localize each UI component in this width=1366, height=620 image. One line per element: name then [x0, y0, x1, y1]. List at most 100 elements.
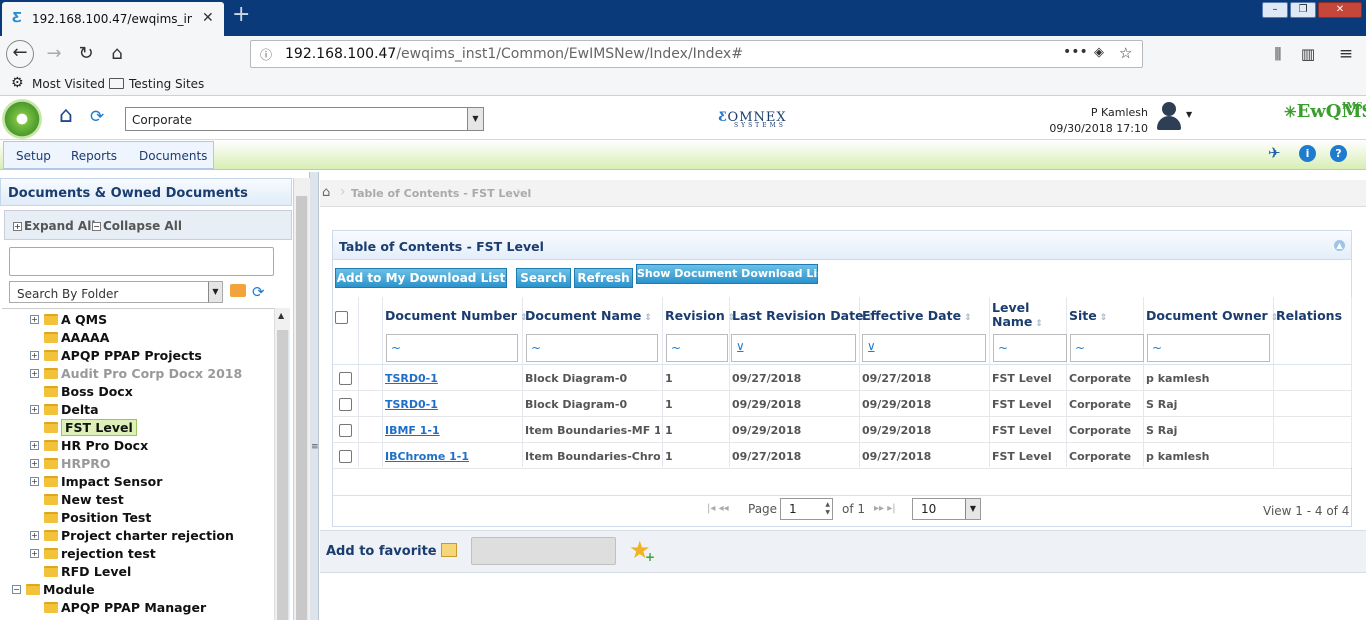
- close-tab-icon[interactable]: ✕: [202, 10, 214, 26]
- filter-level-name[interactable]: ~: [993, 334, 1067, 362]
- app-logo-icon[interactable]: [2, 99, 42, 139]
- page-number-input[interactable]: 1 ▲ ▼: [780, 498, 833, 520]
- avatar[interactable]: [1154, 100, 1184, 132]
- tree-node[interactable]: + Audit Pro Corp Docx 2018: [2, 365, 274, 383]
- tree-node[interactable]: AAAAA: [2, 329, 274, 347]
- home-icon[interactable]: ⌂: [104, 42, 130, 68]
- sidebar-icon[interactable]: ▥: [1295, 42, 1321, 68]
- restore-window-button[interactable]: ❐: [1290, 2, 1316, 18]
- expand-node-icon[interactable]: +: [30, 405, 39, 414]
- tree-node[interactable]: New test: [2, 491, 274, 509]
- column-header-site[interactable]: Site ⇕: [1069, 309, 1143, 325]
- home-icon[interactable]: ⌂: [322, 185, 330, 200]
- expand-node-icon[interactable]: +: [30, 351, 39, 360]
- document-number-link[interactable]: TSRD0-1: [385, 372, 520, 385]
- folder-search-icon[interactable]: [230, 284, 246, 297]
- row-checkbox[interactable]: [339, 398, 352, 411]
- refresh-button[interactable]: Refresh: [574, 268, 633, 288]
- filter-site[interactable]: ~: [1070, 334, 1144, 362]
- tree-node[interactable]: FST Level: [2, 419, 274, 437]
- close-window-button[interactable]: ✕: [1318, 2, 1362, 18]
- tree-node[interactable]: + Impact Sensor: [2, 473, 274, 491]
- sort-icon[interactable]: ⇕: [1035, 319, 1043, 329]
- sort-icon[interactable]: ⇕: [1100, 313, 1108, 323]
- column-header-revision[interactable]: Revision ⇕: [665, 309, 735, 325]
- tree-node[interactable]: + Project charter rejection: [2, 527, 274, 545]
- show-download-list-button[interactable]: Show Document Download List: [636, 264, 829, 284]
- expand-all-button[interactable]: + Expand All: [13, 219, 95, 233]
- expand-node-icon[interactable]: +: [30, 459, 39, 468]
- column-header-level-name[interactable]: Level Name ⇕: [992, 301, 1066, 331]
- column-header-relations[interactable]: Relations: [1276, 309, 1351, 323]
- minimize-window-button[interactable]: –: [1262, 2, 1288, 18]
- chevron-down-icon[interactable]: ▼: [467, 108, 483, 130]
- refresh-icon[interactable]: ⟳: [90, 107, 104, 127]
- forward-icon[interactable]: →: [41, 42, 67, 68]
- tree-node[interactable]: Position Test: [2, 509, 274, 527]
- column-header-document-number[interactable]: Document Number ⇕: [385, 309, 528, 325]
- home-icon[interactable]: ⌂: [59, 105, 73, 127]
- bookmark-most-visited[interactable]: Most Visited: [32, 77, 105, 91]
- row-checkbox[interactable]: [339, 424, 352, 437]
- new-tab-icon[interactable]: +: [232, 4, 250, 26]
- info-icon[interactable]: i: [1299, 145, 1316, 162]
- filter-last-revision-date[interactable]: ⊻: [731, 334, 856, 362]
- left-panel-scrollbar[interactable]: [293, 178, 310, 620]
- column-header-document-name[interactable]: Document Name ⇕: [525, 309, 662, 325]
- document-number-link[interactable]: IBChrome 1-1: [385, 450, 520, 463]
- tree-node[interactable]: Boss Docx: [2, 383, 274, 401]
- chevron-down-icon[interactable]: ▼: [965, 499, 980, 519]
- menu-reports[interactable]: Reports: [71, 149, 117, 163]
- panel-splitter[interactable]: ≡: [310, 172, 319, 620]
- menu-setup[interactable]: Setup: [16, 149, 51, 163]
- column-header-document-owner[interactable]: Document Owner ⇕: [1146, 309, 1278, 325]
- sort-icon[interactable]: ⇕: [964, 313, 972, 323]
- tree-node[interactable]: + rejection test: [2, 545, 274, 563]
- sort-icon[interactable]: ⇕: [644, 313, 652, 323]
- filter-effective-date[interactable]: ⊻: [862, 334, 986, 362]
- search-by-folder-select[interactable]: Search By Folder ▼: [9, 281, 223, 303]
- library-icon[interactable]: ⫼: [1265, 42, 1291, 68]
- select-all-checkbox[interactable]: [335, 311, 348, 324]
- chevron-down-icon[interactable]: ▼: [208, 282, 222, 302]
- first-page-icon[interactable]: |◂ ◂◂: [707, 503, 729, 514]
- refresh-tree-icon[interactable]: ⟳: [252, 283, 265, 301]
- document-number-link[interactable]: TSRD0-1: [385, 398, 520, 411]
- pin-icon[interactable]: ✈: [1268, 144, 1281, 162]
- collapse-all-button[interactable]: − Collapse All: [92, 219, 182, 233]
- filter-document-owner[interactable]: ~: [1147, 334, 1270, 362]
- page-actions-icon[interactable]: •••: [1063, 44, 1088, 60]
- tree-node[interactable]: + A QMS: [2, 311, 274, 329]
- tree-node[interactable]: RFD Level: [2, 563, 274, 581]
- reload-icon[interactable]: ↻: [73, 42, 99, 68]
- page-stepper-icon[interactable]: ▲ ▼: [825, 501, 830, 517]
- tree-node[interactable]: + Delta: [2, 401, 274, 419]
- column-header-effective-date[interactable]: Effective Date ⇕: [862, 309, 989, 325]
- search-button[interactable]: Search: [516, 268, 571, 288]
- user-menu-chevron-icon[interactable]: ▼: [1186, 110, 1192, 119]
- expand-node-icon[interactable]: +: [30, 441, 39, 450]
- browser-tab[interactable]: Ƹ 192.168.100.47/ewqims_inst1/C ✕: [2, 2, 224, 36]
- document-number-link[interactable]: IBMF 1-1: [385, 424, 520, 437]
- organization-select[interactable]: Corporate ▼: [125, 107, 484, 131]
- bookmark-star-icon[interactable]: ☆: [1119, 44, 1132, 62]
- page-size-select[interactable]: 10 ▼: [912, 498, 981, 520]
- add-to-download-list-button[interactable]: Add to My Download List: [335, 268, 507, 288]
- tree-search-input[interactable]: [9, 247, 274, 276]
- collapse-node-icon[interactable]: −: [12, 585, 21, 594]
- back-icon[interactable]: ←: [6, 40, 34, 68]
- last-page-icon[interactable]: ▸▸ ▸|: [874, 503, 896, 514]
- expand-node-icon[interactable]: +: [30, 369, 39, 378]
- collapse-grid-icon[interactable]: ▲: [1334, 240, 1345, 251]
- row-checkbox[interactable]: [339, 372, 352, 385]
- filter-document-name[interactable]: ~: [526, 334, 658, 362]
- pocket-icon[interactable]: ◈: [1094, 45, 1104, 60]
- filter-document-number[interactable]: ~: [386, 334, 518, 362]
- expand-node-icon[interactable]: +: [30, 531, 39, 540]
- bookmark-testing-sites[interactable]: Testing Sites: [129, 77, 204, 91]
- expand-node-icon[interactable]: +: [30, 477, 39, 486]
- favorite-folder-icon[interactable]: [441, 543, 457, 557]
- tree-node[interactable]: + HR Pro Docx: [2, 437, 274, 455]
- expand-node-icon[interactable]: +: [30, 549, 39, 558]
- favorite-name-input[interactable]: [471, 537, 616, 565]
